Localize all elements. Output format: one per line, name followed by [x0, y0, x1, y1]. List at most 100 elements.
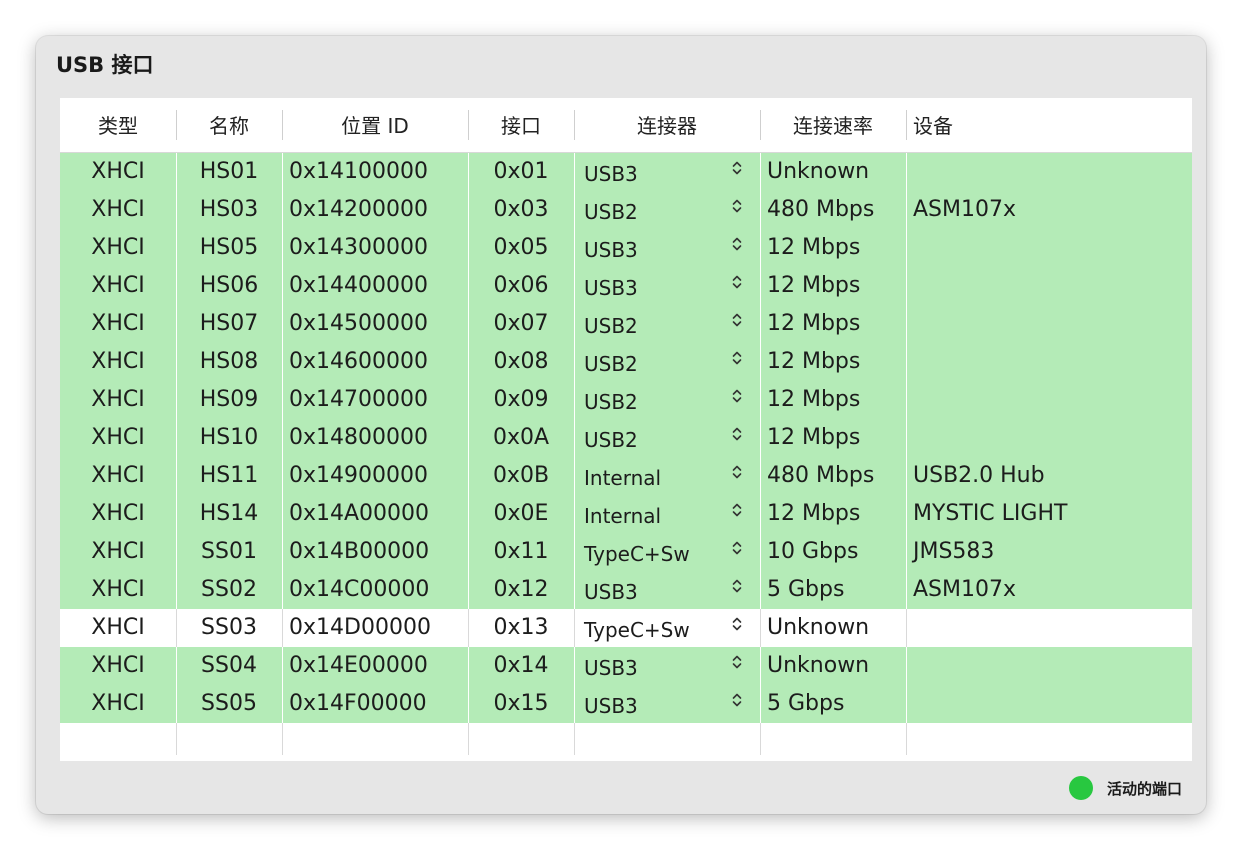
table-row[interactable]: XHCI SS02 0x14C00000 0x12 USB3 5 Gbps ASM107x — [60, 571, 1192, 609]
column-divider — [176, 457, 177, 495]
column-divider — [574, 495, 575, 533]
connector-value: Internal — [584, 466, 662, 490]
cell-port: 0x03 — [493, 197, 549, 222]
connector-popup[interactable]: USB2 — [574, 343, 760, 381]
connector-popup[interactable]: USB3 — [574, 229, 760, 267]
cell-name: SS04 — [201, 653, 257, 678]
table-row[interactable]: XHCI HS01 0x14100000 0x01 USB3 Unknown — [60, 153, 1192, 191]
cell-speed: 480 Mbps — [767, 463, 875, 488]
cell-type: XHCI — [91, 539, 145, 564]
column-divider — [176, 495, 177, 533]
cell-device: USB2.0 Hub — [913, 463, 1045, 488]
column-header-connector[interactable]: 连接器 — [574, 98, 760, 152]
connector-popup[interactable]: USB3 — [574, 267, 760, 305]
column-divider — [574, 267, 575, 305]
connector-popup[interactable]: USB3 — [574, 685, 760, 723]
connector-popup[interactable]: USB2 — [574, 381, 760, 419]
cell-device — [906, 153, 1192, 191]
table-row[interactable]: XHCI HS05 0x14300000 0x05 USB3 12 Mbps — [60, 229, 1192, 267]
column-divider — [574, 343, 575, 381]
chevron-up-down-icon[interactable] — [732, 229, 742, 266]
table-row[interactable]: XHCI SS03 0x14D00000 0x13 TypeC+Sw Unknown — [60, 609, 1192, 647]
cell-type: XHCI — [91, 349, 145, 374]
column-divider — [574, 457, 575, 495]
legend: 活动的端口 — [1068, 774, 1182, 802]
cell-port: 0x0A — [492, 425, 550, 450]
cell-name: HS08 — [199, 349, 259, 374]
connector-value: USB3 — [584, 656, 638, 680]
table-row[interactable]: XHCI SS04 0x14E00000 0x14 USB3 Unknown — [60, 647, 1192, 685]
cell-device — [906, 381, 1192, 419]
connector-popup[interactable]: USB3 — [574, 647, 760, 685]
connector-popup[interactable]: USB2 — [574, 419, 760, 457]
cell-speed: Unknown — [767, 159, 870, 184]
connector-popup[interactable]: Internal — [574, 495, 760, 533]
cell-device — [906, 343, 1192, 381]
connector-value: USB3 — [584, 276, 638, 300]
table-row[interactable]: XHCI HS10 0x14800000 0x0A USB2 12 Mbps — [60, 419, 1192, 457]
chevron-up-down-icon[interactable] — [732, 571, 742, 608]
chevron-up-down-icon[interactable] — [732, 381, 742, 418]
column-header-name[interactable]: 名称 — [176, 98, 282, 152]
connector-popup[interactable]: TypeC+Sw — [574, 533, 760, 571]
connector-popup[interactable]: Internal — [574, 457, 760, 495]
table-row[interactable]: XHCI SS05 0x14F00000 0x15 USB3 5 Gbps — [60, 685, 1192, 723]
chevron-up-down-icon[interactable] — [732, 191, 742, 228]
cell-type: XHCI — [91, 235, 145, 260]
table-row[interactable]: XHCI HS08 0x14600000 0x08 USB2 12 Mbps — [60, 343, 1192, 381]
chevron-up-down-icon[interactable] — [732, 305, 742, 342]
chevron-up-down-icon[interactable] — [732, 495, 742, 532]
column-header-speed[interactable]: 连接速率 — [760, 98, 906, 152]
chevron-up-down-icon[interactable] — [732, 343, 742, 380]
column-header-port[interactable]: 接口 — [468, 98, 574, 152]
column-divider — [468, 609, 469, 647]
cell-speed: 5 Gbps — [767, 577, 845, 602]
column-header-type[interactable]: 类型 — [60, 98, 176, 152]
column-divider — [468, 267, 469, 305]
usb-ports-table[interactable]: 类型 名称 位置 ID 接口 连接器 连接速率 设备 XHCI HS01 0x141… — [60, 98, 1192, 761]
column-header-location[interactable]: 位置 ID — [282, 98, 468, 152]
table-row[interactable]: XHCI HS07 0x14500000 0x07 USB2 12 Mbps — [60, 305, 1192, 343]
column-divider — [282, 419, 283, 457]
table-row[interactable]: XHCI SS01 0x14B00000 0x11 TypeC+Sw 10 Gbps JMS… — [60, 533, 1192, 571]
cell-port: 0x07 — [493, 311, 549, 336]
empty-row — [60, 723, 1192, 761]
column-divider — [574, 647, 575, 685]
column-divider — [282, 343, 283, 381]
connector-popup[interactable]: USB2 — [574, 305, 760, 343]
cell-name: HS03 — [199, 197, 259, 222]
table-row[interactable]: XHCI HS06 0x14400000 0x06 USB3 12 Mbps — [60, 267, 1192, 305]
table-row[interactable]: XHCI HS03 0x14200000 0x03 USB2 480 Mbps ASM107… — [60, 191, 1192, 229]
connector-popup[interactable]: USB2 — [574, 191, 760, 229]
chevron-up-down-icon[interactable] — [732, 457, 742, 494]
cell-port: 0x0B — [492, 463, 550, 488]
connector-popup[interactable]: USB3 — [574, 571, 760, 609]
connector-popup[interactable]: TypeC+Sw — [574, 609, 760, 647]
chevron-up-down-icon[interactable] — [732, 533, 742, 570]
connector-value: USB3 — [584, 162, 638, 186]
cell-speed: Unknown — [767, 615, 870, 640]
column-divider — [906, 267, 907, 305]
table-row[interactable]: XHCI HS09 0x14700000 0x09 USB2 12 Mbps — [60, 381, 1192, 419]
cell-port: 0x0E — [493, 501, 549, 526]
column-header-device[interactable]: 设备 — [906, 98, 1192, 152]
cell-type: XHCI — [91, 691, 145, 716]
chevron-up-down-icon[interactable] — [732, 609, 742, 646]
column-divider — [906, 495, 907, 533]
cell-name: HS05 — [199, 235, 259, 260]
chevron-up-down-icon[interactable] — [732, 153, 742, 190]
cell-type: XHCI — [91, 425, 145, 450]
legend-label: 活动的端口 — [1106, 779, 1182, 798]
table-row[interactable]: XHCI HS14 0x14A00000 0x0E Internal 12 Mbps MYS… — [60, 495, 1192, 533]
column-divider — [468, 153, 469, 191]
cell-location-id: 0x14600000 — [289, 349, 428, 374]
chevron-up-down-icon[interactable] — [732, 419, 742, 456]
cell-device: MYSTIC LIGHT — [913, 501, 1068, 526]
chevron-up-down-icon[interactable] — [732, 267, 742, 304]
table-row[interactable]: XHCI HS11 0x14900000 0x0B Internal 480 Mbps US… — [60, 457, 1192, 495]
column-divider — [468, 647, 469, 685]
column-divider — [176, 685, 177, 723]
chevron-up-down-icon[interactable] — [732, 685, 742, 722]
chevron-up-down-icon[interactable] — [732, 647, 742, 684]
connector-popup[interactable]: USB3 — [574, 153, 760, 191]
